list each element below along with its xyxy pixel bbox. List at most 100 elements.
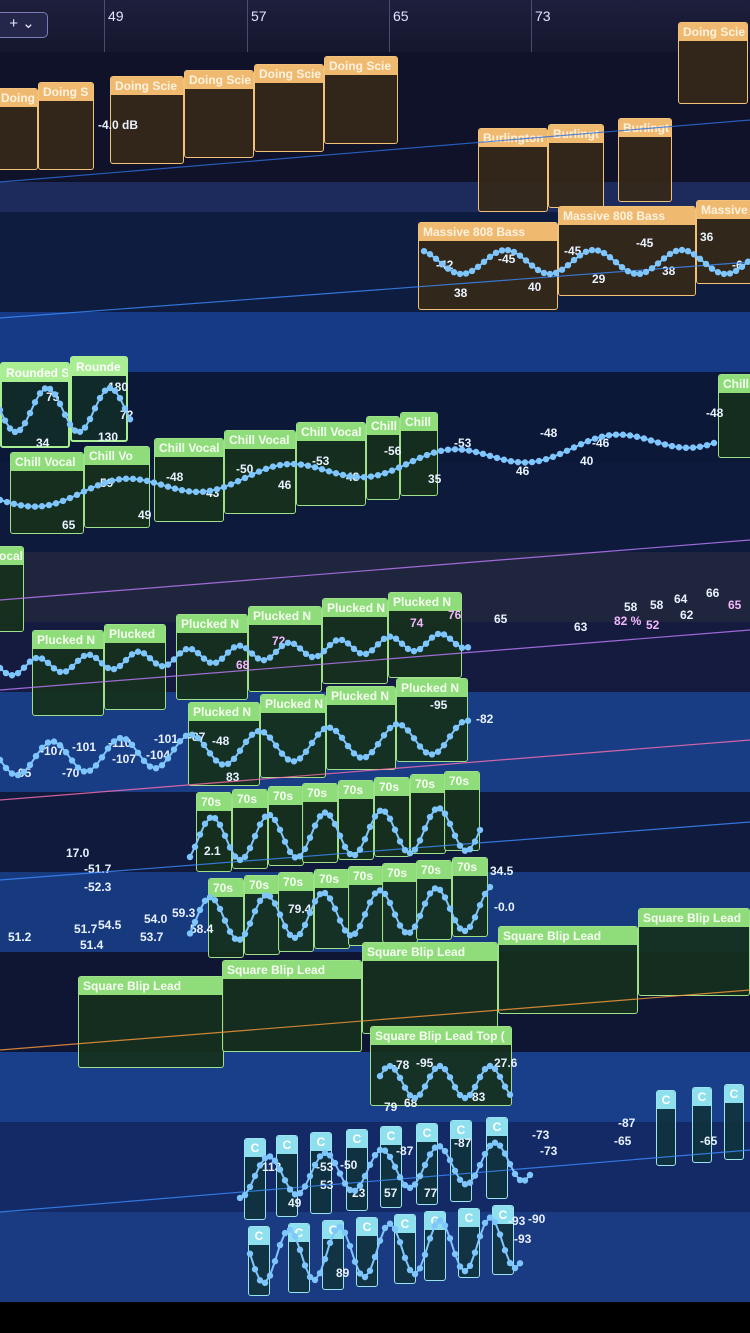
automation-node[interactable] <box>284 639 292 646</box>
automation-node[interactable] <box>720 270 728 278</box>
automation-node[interactable] <box>256 821 264 828</box>
automation-node[interactable] <box>381 1224 389 1232</box>
automation-node[interactable] <box>213 486 221 493</box>
automation-node[interactable] <box>326 1152 334 1159</box>
automation-node[interactable] <box>230 644 238 651</box>
automation-node[interactable] <box>464 644 472 651</box>
automation-node[interactable] <box>191 843 199 851</box>
automation-node[interactable] <box>236 936 244 943</box>
automation-node[interactable] <box>446 733 454 740</box>
automation-node[interactable] <box>642 268 650 276</box>
automation-node[interactable] <box>496 1073 504 1080</box>
automation-node[interactable] <box>406 929 414 936</box>
automation-node[interactable] <box>272 742 280 749</box>
automation-node[interactable] <box>218 761 226 768</box>
automation-node[interactable] <box>266 811 274 819</box>
automation-node[interactable] <box>576 252 584 259</box>
automation-node[interactable] <box>308 653 316 661</box>
automation-node[interactable] <box>341 1180 349 1187</box>
automation-node[interactable] <box>286 1226 294 1233</box>
automation-node[interactable] <box>416 912 424 920</box>
automation-node[interactable] <box>465 447 473 454</box>
automation-node[interactable] <box>254 727 262 735</box>
automation-node[interactable] <box>472 448 480 456</box>
automation-node[interactable] <box>297 461 305 468</box>
automation-node[interactable] <box>398 640 406 647</box>
automation-node[interactable] <box>421 1161 429 1169</box>
automation-node[interactable] <box>376 1072 384 1080</box>
automation-node[interactable] <box>402 461 410 468</box>
automation-node[interactable] <box>251 1172 259 1180</box>
automation-node[interactable] <box>246 920 254 927</box>
automation-node[interactable] <box>647 437 655 444</box>
automation-node[interactable] <box>152 660 160 667</box>
automation-node[interactable] <box>56 742 64 749</box>
automation-node[interactable] <box>675 444 683 451</box>
automation-node[interactable] <box>262 465 270 473</box>
automation-node[interactable] <box>411 846 419 853</box>
automation-node[interactable] <box>362 650 370 658</box>
automation-node[interactable] <box>301 921 309 929</box>
automation-node[interactable] <box>170 746 178 753</box>
automation-node[interactable] <box>500 456 508 463</box>
automation-node[interactable] <box>101 479 109 486</box>
automation-node[interactable] <box>441 1147 449 1155</box>
automation-node[interactable] <box>246 844 254 852</box>
automation-node[interactable] <box>612 431 620 438</box>
automation-node[interactable] <box>129 475 137 483</box>
automation-node[interactable] <box>116 394 124 402</box>
automation-node[interactable] <box>0 406 4 414</box>
automation-node[interactable] <box>278 642 286 650</box>
automation-node[interactable] <box>276 826 284 833</box>
automation-node[interactable] <box>196 831 204 838</box>
automation-node[interactable] <box>126 416 134 423</box>
automation-node[interactable] <box>92 762 100 769</box>
automation-node[interactable] <box>320 648 328 655</box>
automation-node[interactable] <box>44 659 52 667</box>
automation-node[interactable] <box>341 927 349 934</box>
automation-node[interactable] <box>605 432 613 439</box>
automation-node[interactable] <box>178 486 186 494</box>
automation-node[interactable] <box>361 1273 369 1281</box>
automation-node[interactable] <box>563 447 571 454</box>
automation-node[interactable] <box>436 886 444 894</box>
automation-node[interactable] <box>185 488 193 495</box>
automation-node[interactable] <box>366 823 374 831</box>
automation-node[interactable] <box>612 259 620 266</box>
automation-node[interactable] <box>468 267 476 275</box>
automation-node[interactable] <box>336 1170 344 1177</box>
automation-node[interactable] <box>496 1231 504 1238</box>
automation-node[interactable] <box>564 261 572 269</box>
automation-node[interactable] <box>591 435 599 442</box>
automation-node[interactable] <box>708 265 716 272</box>
automation-node[interactable] <box>164 661 172 668</box>
automation-node[interactable] <box>98 754 106 761</box>
automation-curve-vocal[interactable] <box>0 433 715 508</box>
automation-node[interactable] <box>302 650 310 658</box>
automation-node[interactable] <box>62 749 70 756</box>
automation-node[interactable] <box>436 1217 444 1224</box>
automation-node[interactable] <box>338 734 346 741</box>
automation-node[interactable] <box>426 813 434 821</box>
automation-node[interactable] <box>392 635 400 642</box>
automation-node[interactable] <box>371 1151 379 1159</box>
automation-node[interactable] <box>594 247 602 254</box>
automation-node[interactable] <box>526 1171 534 1179</box>
automation-node[interactable] <box>301 1262 309 1269</box>
automation-node[interactable] <box>296 1190 304 1197</box>
automation-node[interactable] <box>276 1166 284 1173</box>
automation-node[interactable] <box>296 853 304 860</box>
automation-node[interactable] <box>266 654 274 661</box>
automation-node[interactable] <box>224 760 232 768</box>
automation-node[interactable] <box>20 768 28 776</box>
automation-node[interactable] <box>206 659 214 666</box>
automation-node[interactable] <box>416 1091 424 1098</box>
automation-node[interactable] <box>326 895 334 902</box>
automation-node[interactable] <box>696 255 704 263</box>
automation-node[interactable] <box>326 812 334 819</box>
automation-node[interactable] <box>296 755 304 762</box>
automation-node[interactable] <box>423 451 431 459</box>
automation-node[interactable] <box>336 832 344 839</box>
automation-node[interactable] <box>121 405 129 412</box>
automation-node[interactable] <box>260 656 268 664</box>
